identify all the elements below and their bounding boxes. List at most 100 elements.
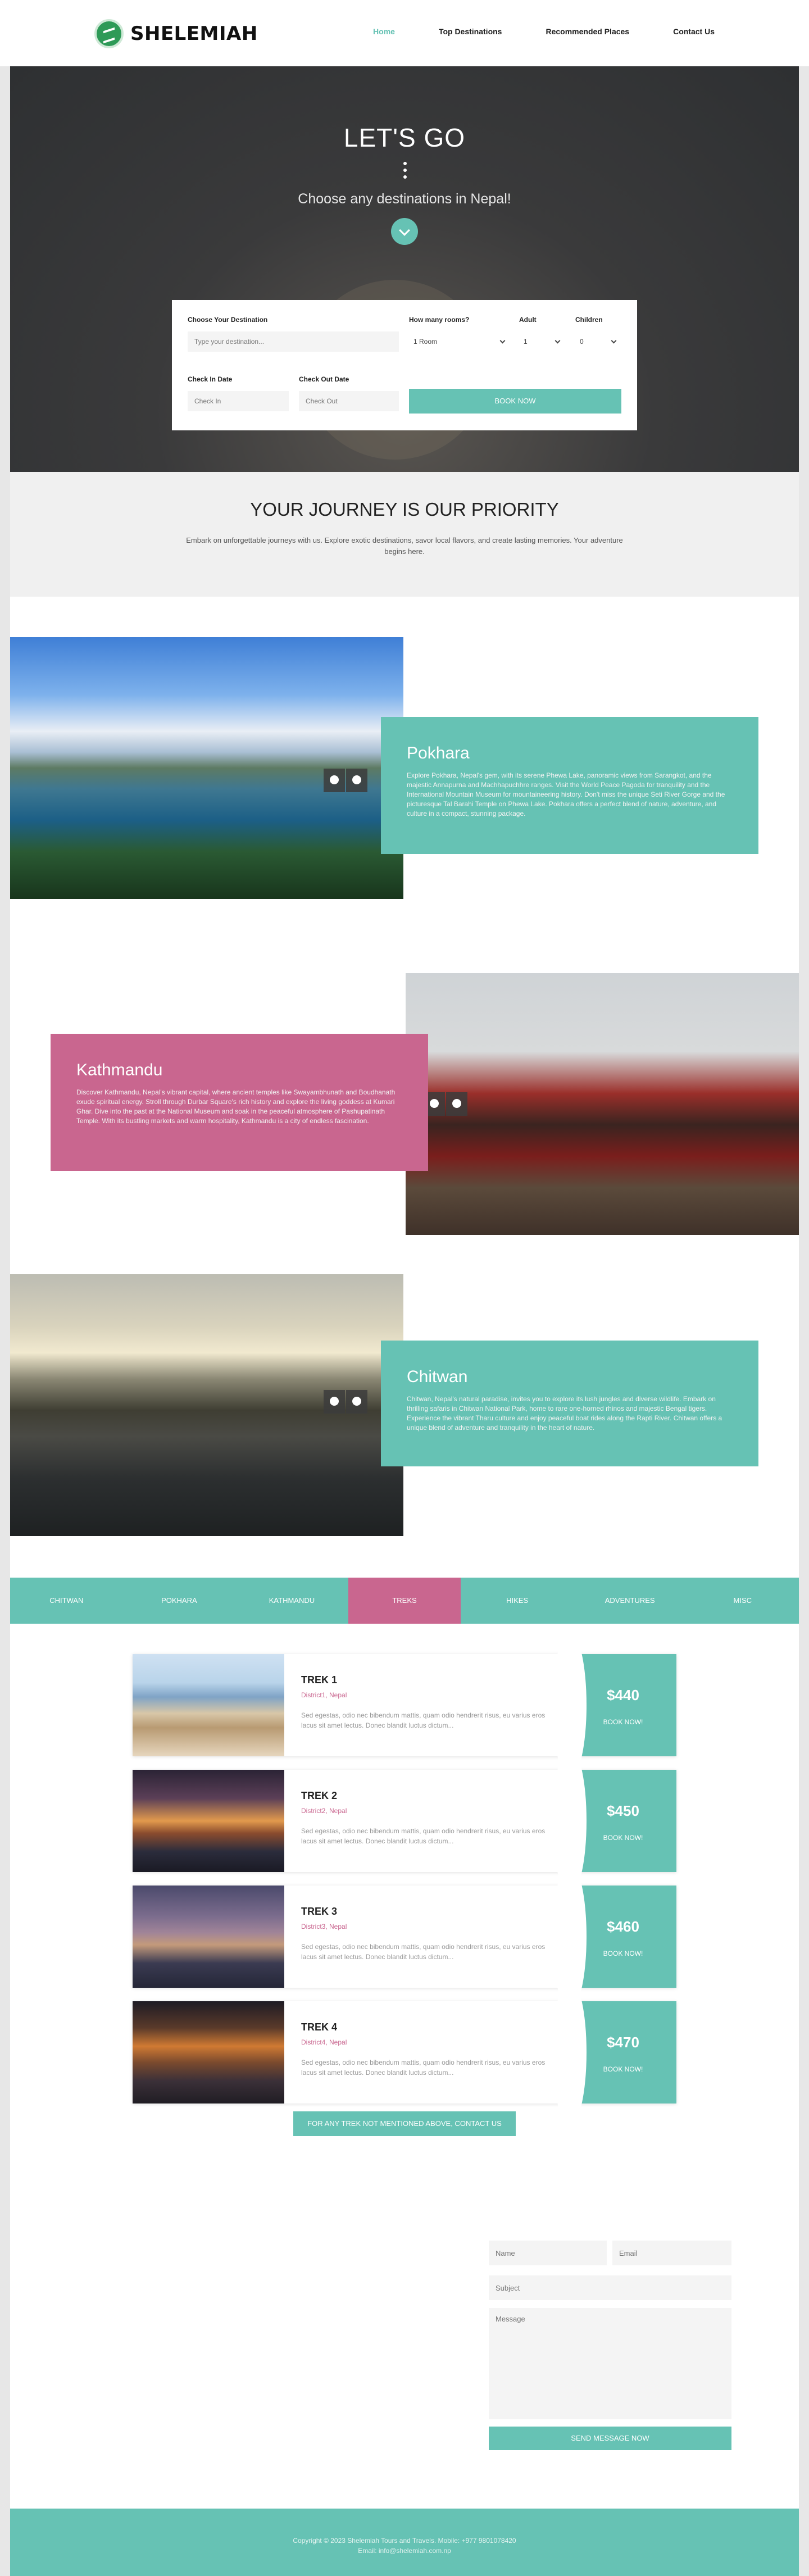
trek-image <box>133 1654 284 1756</box>
tab-hikes[interactable]: HIKES <box>461 1578 574 1624</box>
priority-section: YOUR JOURNEY IS OUR PRIORITY Embark on u… <box>10 472 799 597</box>
trek-description: Sed egestas, odio nec bibendum mattis, q… <box>301 1711 546 1729</box>
nav-top-destinations[interactable]: Top Destinations <box>439 27 502 36</box>
trek-card: TREK 2 District2, Nepal Sed egestas, odi… <box>133 1747 676 1894</box>
main-menu: Home Top Destinations Recommended Places… <box>373 27 715 36</box>
footer-email[interactable]: Email: info@shelemiah.com.np <box>10 2547 799 2555</box>
contact-message-textarea[interactable] <box>489 2308 731 2419</box>
destination-text: Discover Kathmandu, Nepal's vibrant capi… <box>76 1088 396 1125</box>
kathmandu-slider-controls <box>424 1092 467 1116</box>
trek-card: TREK 4 District4, Nepal Sed egestas, odi… <box>133 1979 676 2126</box>
destination-title: Pokhara <box>407 744 470 762</box>
trek-price: $440 <box>607 1687 639 1703</box>
pokhara-card: Pokhara Explore Pokhara, Nepal's gem, wi… <box>381 717 758 854</box>
priority-title: YOUR JOURNEY IS OUR PRIORITY <box>250 499 559 520</box>
destination-label: Choose Your Destination <box>188 316 268 324</box>
rooms-select[interactable]: 1 Room <box>409 331 510 352</box>
trek-location: District4, Nepal <box>301 2038 347 2046</box>
send-message-button[interactable]: SEND MESSAGE NOW <box>489 2427 731 2450</box>
brand-logo[interactable]: SHELEMIAH <box>94 19 258 48</box>
children-label: Children <box>575 316 603 324</box>
booking-form: Choose Your Destination How many rooms? … <box>172 300 637 430</box>
pokhara-slider-controls <box>324 769 367 792</box>
destination-title: Chitwan <box>407 1367 468 1386</box>
hero-title: LET'S GO <box>343 123 466 152</box>
page-content: LET'S GO Choose any destinations in Nepa… <box>10 66 799 2576</box>
prev-arrow-icon[interactable] <box>324 769 345 792</box>
trek-title: TREK 4 <box>301 2021 338 2033</box>
tab-misc[interactable]: MISC <box>686 1578 799 1624</box>
checkout-label: Check Out Date <box>299 375 349 383</box>
book-now-button[interactable]: BOOK NOW <box>409 389 621 414</box>
trek-book-button[interactable]: BOOK NOW! <box>570 1718 676 1726</box>
tab-chitwan[interactable]: CHITWAN <box>10 1578 123 1624</box>
trek-book-button[interactable]: BOOK NOW! <box>570 1834 676 1842</box>
tab-treks[interactable]: TREKS <box>348 1578 461 1624</box>
priority-text: Embark on unforgettable journeys with us… <box>186 536 623 556</box>
checkin-label: Check In Date <box>188 375 233 383</box>
trek-description: Sed egestas, odio nec bibendum mattis, q… <box>301 2059 546 2077</box>
trek-price: $450 <box>607 1802 639 1819</box>
trek-card: TREK 1 District1, Nepal Sed egestas, odi… <box>133 1632 676 1779</box>
trek-price-panel: $450 BOOK NOW! <box>553 1747 676 1894</box>
vertical-dots-icon <box>403 162 407 182</box>
next-arrow-icon[interactable] <box>346 769 367 792</box>
trek-card: TREK 3 District3, Nepal Sed egestas, odi… <box>133 1863 676 2010</box>
tab-pokhara[interactable]: POKHARA <box>123 1578 236 1624</box>
trek-image <box>133 1886 284 1988</box>
trek-book-button[interactable]: BOOK NOW! <box>570 1950 676 1957</box>
footer: Copyright © 2023 Shelemiah Tours and Tra… <box>10 2509 799 2576</box>
logo-emblem-icon <box>94 19 124 48</box>
checkin-input[interactable] <box>188 391 289 411</box>
adult-select[interactable]: 1 <box>519 331 565 352</box>
chitwan-card: Chitwan Chitwan, Nepal's natural paradis… <box>381 1341 758 1466</box>
trek-price-panel: $440 BOOK NOW! <box>553 1632 676 1779</box>
checkout-input[interactable] <box>299 391 399 411</box>
trek-location: District2, Nepal <box>301 1807 347 1815</box>
page: SHELEMIAH Home Top Destinations Recommen… <box>0 0 809 2576</box>
destination-title: Kathmandu <box>76 1061 163 1079</box>
nav-recommended-places[interactable]: Recommended Places <box>546 27 629 36</box>
nav-home[interactable]: Home <box>373 27 395 36</box>
trek-title: TREK 2 <box>301 1790 338 1801</box>
tab-adventures[interactable]: ADVENTURES <box>574 1578 687 1624</box>
trek-image <box>133 2001 284 2103</box>
pokhara-image <box>10 637 403 899</box>
nav-contact-us[interactable]: Contact Us <box>673 27 715 36</box>
trek-title: TREK 3 <box>301 1906 338 1917</box>
trek-description: Sed egestas, odio nec bibendum mattis, q… <box>301 1827 546 1845</box>
category-tabs: CHITWAN POKHARA KATHMANDU TREKS HIKES AD… <box>10 1578 799 1624</box>
trek-location: District1, Nepal <box>301 1691 347 1699</box>
trek-price: $460 <box>607 1918 639 1935</box>
destination-text: Chitwan, Nepal's natural paradise, invit… <box>407 1395 722 1432</box>
contact-email-input[interactable] <box>612 2241 731 2265</box>
trek-price-panel: $470 BOOK NOW! <box>553 1979 676 2126</box>
next-arrow-icon[interactable] <box>446 1092 467 1116</box>
prev-arrow-icon[interactable] <box>324 1390 345 1414</box>
brand-name: SHELEMIAH <box>130 22 258 45</box>
contact-for-treks-button[interactable]: FOR ANY TREK NOT MENTIONED ABOVE, CONTAC… <box>293 2111 516 2136</box>
hero-subtitle: Choose any destinations in Nepal! <box>298 191 511 207</box>
trek-price-panel: $460 BOOK NOW! <box>553 1863 676 2010</box>
top-navbar: SHELEMIAH Home Top Destinations Recommen… <box>0 0 809 66</box>
contact-subject-input[interactable] <box>489 2275 731 2300</box>
destination-text: Explore Pokhara, Nepal's gem, with its s… <box>407 771 725 817</box>
trek-image <box>133 1770 284 1872</box>
trek-title: TREK 1 <box>301 1674 338 1685</box>
hero-section: LET'S GO Choose any destinations in Nepa… <box>10 66 799 472</box>
trek-description: Sed egestas, odio nec bibendum mattis, q… <box>301 1943 546 1961</box>
trek-book-button[interactable]: BOOK NOW! <box>570 2065 676 2073</box>
children-select[interactable]: 0 <box>575 331 621 352</box>
footer-copyright: Copyright © 2023 Shelemiah Tours and Tra… <box>293 2537 516 2545</box>
trek-location: District3, Nepal <box>301 1923 347 1930</box>
chevron-down-icon[interactable] <box>391 218 418 245</box>
contact-name-input[interactable] <box>489 2241 607 2265</box>
tab-kathmandu[interactable]: KATHMANDU <box>235 1578 348 1624</box>
trek-price: $470 <box>607 2034 639 2051</box>
rooms-label: How many rooms? <box>409 316 470 324</box>
adult-label: Adult <box>519 316 537 324</box>
next-arrow-icon[interactable] <box>346 1390 367 1414</box>
destination-input[interactable] <box>188 331 399 352</box>
chitwan-slider-controls <box>324 1390 367 1414</box>
kathmandu-card: Kathmandu Discover Kathmandu, Nepal's vi… <box>51 1034 428 1171</box>
